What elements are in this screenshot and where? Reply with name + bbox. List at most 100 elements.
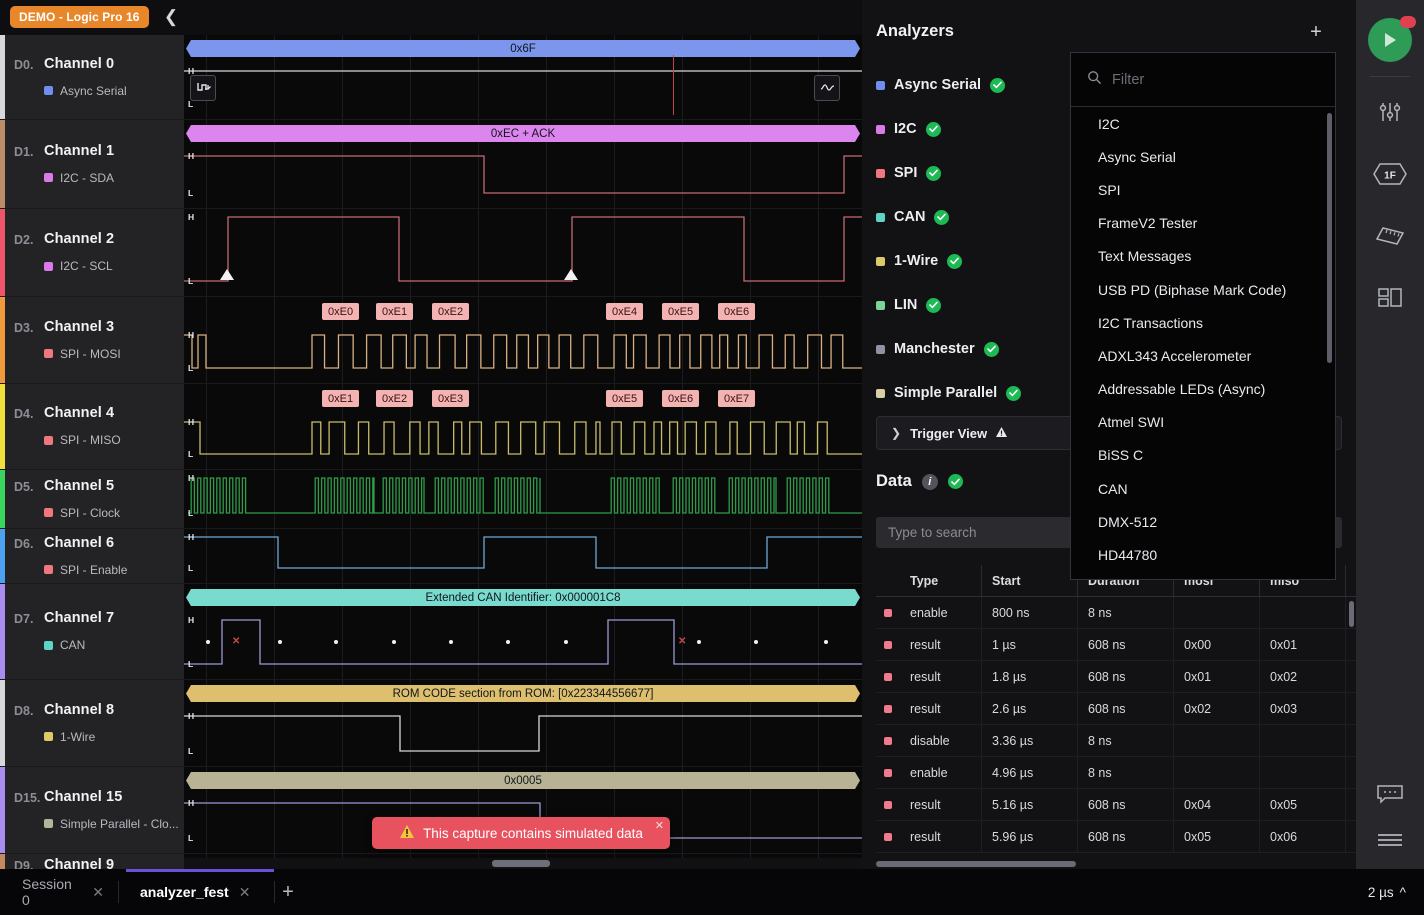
channel-row[interactable]: D9.Channel 9 — [0, 854, 184, 869]
dropdown-item[interactable]: USB PD (Biphase Mark Code) — [1071, 273, 1335, 306]
analyzer-enabled-check-icon[interactable] — [926, 166, 941, 181]
table-row[interactable]: result1.8 µs608 ns0x010x02 — [876, 661, 1356, 693]
spi-byte-tag[interactable]: 0xE7 — [718, 390, 755, 407]
channel-analyzer[interactable]: SPI - MISO — [44, 433, 121, 447]
spi-byte-tag[interactable]: 0xE1 — [322, 390, 359, 407]
frame-1f-icon[interactable]: 1F — [1368, 152, 1412, 196]
analyzer-enabled-check-icon[interactable] — [1006, 386, 1021, 401]
waveform-row[interactable]: ROM CODE section from ROM: [0x2233445566… — [184, 680, 862, 767]
dropdown-item[interactable]: DMX-512 — [1071, 505, 1335, 538]
waveform-row[interactable]: HL — [184, 470, 862, 529]
channel-analyzer[interactable]: I2C - SCL — [44, 259, 113, 273]
waveform-row[interactable]: 0xE10xE20xE30xE50xE60xE7HL — [184, 384, 862, 470]
channel-analyzer[interactable]: SPI - Enable — [44, 563, 127, 577]
analyzer-enabled-check-icon[interactable] — [990, 78, 1005, 93]
analyzer-enabled-check-icon[interactable] — [934, 210, 949, 225]
channel-row[interactable]: D8.Channel 81-Wire — [0, 680, 184, 767]
spi-byte-tag[interactable]: 0xE3 — [432, 390, 469, 407]
table-row[interactable]: enable4.96 µs8 ns — [876, 757, 1356, 789]
dropdown-item[interactable]: SPI — [1071, 173, 1335, 206]
waveform-row[interactable]: 0xE00xE10xE20xE40xE50xE6HL — [184, 297, 862, 384]
demo-badge[interactable]: DEMO - Logic Pro 16 — [10, 6, 149, 28]
hamburger-menu-icon[interactable] — [1368, 818, 1412, 862]
spi-byte-tag[interactable]: 0xE5 — [606, 390, 643, 407]
analyzer-enabled-check-icon[interactable] — [984, 342, 999, 357]
close-icon[interactable]: ✕ — [239, 884, 251, 901]
column-header[interactable]: Start — [982, 565, 1078, 596]
close-icon[interactable]: ✕ — [655, 819, 664, 832]
analyzer-list-item[interactable]: CAN — [876, 209, 949, 225]
dropdown-item[interactable]: CAN — [1071, 472, 1335, 505]
analyzer-result-bubble[interactable]: 0x6F — [186, 40, 860, 57]
trigger-marker-icon[interactable] — [190, 75, 216, 101]
spi-byte-tag[interactable]: 0xE4 — [606, 303, 643, 320]
analyzer-list-item[interactable]: Manchester — [876, 341, 999, 357]
channel-analyzer[interactable]: Async Serial — [44, 84, 127, 98]
add-analyzer-button[interactable]: + — [1304, 20, 1328, 44]
channel-list[interactable]: D0.Channel 0Async SerialD1.Channel 1I2C … — [0, 35, 184, 869]
analyzer-picker-dropdown[interactable]: Filter I2CAsync SerialSPIFrameV2 TesterT… — [1070, 52, 1336, 580]
spi-byte-tag[interactable]: 0xE2 — [432, 303, 469, 320]
info-icon[interactable]: i — [922, 474, 938, 490]
dropdown-item[interactable]: Text Messages — [1071, 240, 1335, 273]
dropdown-item[interactable]: FrameV2 Tester — [1071, 207, 1335, 240]
data-enabled-check-icon[interactable] — [948, 474, 963, 489]
channel-row[interactable]: D1.Channel 1I2C - SDA — [0, 120, 184, 209]
table-row[interactable]: result5.96 µs608 ns0x050x06 — [876, 821, 1356, 853]
analyzer-list-item[interactable]: LIN — [876, 297, 941, 313]
table-row[interactable]: result2.6 µs608 ns0x020x03 — [876, 693, 1356, 725]
dropdown-item[interactable]: Async Serial — [1071, 140, 1335, 173]
ruler-icon[interactable] — [1368, 214, 1412, 258]
spi-byte-tag[interactable]: 0xE6 — [718, 303, 755, 320]
channel-analyzer[interactable]: Simple Parallel - Clo... — [44, 817, 179, 831]
analyzer-enabled-check-icon[interactable] — [926, 122, 941, 137]
analyzer-list-item[interactable]: Async Serial — [876, 77, 1005, 93]
channel-row[interactable]: D5.Channel 5SPI - Clock — [0, 470, 184, 529]
sliders-icon[interactable] — [1368, 90, 1412, 134]
channel-row[interactable]: D3.Channel 3SPI - MOSI — [0, 297, 184, 384]
table-row[interactable]: result5.16 µs608 ns0x040x05 — [876, 789, 1356, 821]
analyzer-list-item[interactable]: 1-Wire — [876, 253, 962, 269]
analyzer-result-bubble[interactable]: ROM CODE section from ROM: [0x2233445566… — [186, 685, 860, 702]
channel-analyzer[interactable]: SPI - MOSI — [44, 347, 121, 361]
session-tab[interactable]: analyzer_fest✕ — [126, 869, 274, 915]
dropdown-filter-input[interactable]: Filter — [1071, 53, 1335, 107]
waveform-row[interactable]: 0xEC + ACKHL — [184, 120, 862, 209]
spi-byte-tag[interactable]: 0xE5 — [662, 303, 699, 320]
channel-analyzer[interactable]: CAN — [44, 638, 85, 652]
channel-row[interactable]: D4.Channel 4SPI - MISO — [0, 384, 184, 470]
analyzer-result-bubble[interactable]: 0x0005 — [186, 772, 860, 789]
channel-row[interactable]: D0.Channel 0Async Serial — [0, 35, 184, 120]
waveform-pane[interactable]: 0x6F HL 0xEC + ACKHL HL 0xE0 0xE1 0xE2 0xE4 0xE5… — [184, 35, 862, 869]
blocks-icon[interactable] — [1368, 276, 1412, 320]
dropdown-item[interactable]: ADXL343 Accelerometer — [1071, 339, 1335, 372]
spi-byte-tag[interactable]: 0xE6 — [662, 390, 699, 407]
dropdown-item[interactable]: Addressable LEDs (Async) — [1071, 373, 1335, 406]
channel-analyzer[interactable]: 1-Wire — [44, 730, 95, 744]
waveform-marker-icon[interactable] — [814, 75, 840, 101]
session-tab[interactable]: Session 0✕ — [8, 869, 118, 915]
data-table[interactable]: TypeStartDurationmosimiso enable800 ns8 … — [876, 565, 1356, 860]
channel-analyzer[interactable]: SPI - Clock — [44, 506, 120, 520]
dropdown-item[interactable]: Atmel SWI — [1071, 406, 1335, 439]
notes-icon[interactable] — [1368, 772, 1412, 816]
channel-analyzer[interactable]: I2C - SDA — [44, 171, 114, 185]
analyzer-enabled-check-icon[interactable] — [947, 254, 962, 269]
channel-row[interactable]: D6.Channel 6SPI - Enable — [0, 529, 184, 584]
waveform-row[interactable]: HL — [184, 529, 862, 584]
analyzer-result-bubble[interactable]: 0xEC + ACK — [186, 125, 860, 142]
chevron-up-icon[interactable]: ^ — [1400, 885, 1406, 900]
dropdown-scrollbar[interactable] — [1327, 113, 1332, 363]
waveform-hscrollbar[interactable] — [184, 858, 862, 869]
dropdown-item[interactable]: I2C — [1071, 107, 1335, 140]
analyzer-list-item[interactable]: I2C — [876, 121, 941, 137]
table-row[interactable]: result1 µs608 ns0x000x01 — [876, 629, 1356, 661]
dropdown-item[interactable]: HD44780 — [1071, 538, 1335, 571]
data-table-vscrollbar[interactable] — [1349, 601, 1354, 627]
spi-byte-tag[interactable]: 0xE0 — [322, 303, 359, 320]
close-icon[interactable]: ✕ — [92, 884, 104, 901]
analyzer-list-item[interactable]: Simple Parallel — [876, 385, 1021, 401]
analyzer-enabled-check-icon[interactable] — [926, 298, 941, 313]
channel-row[interactable]: D7.Channel 7CAN — [0, 584, 184, 680]
dropdown-item[interactable]: BiSS C — [1071, 439, 1335, 472]
